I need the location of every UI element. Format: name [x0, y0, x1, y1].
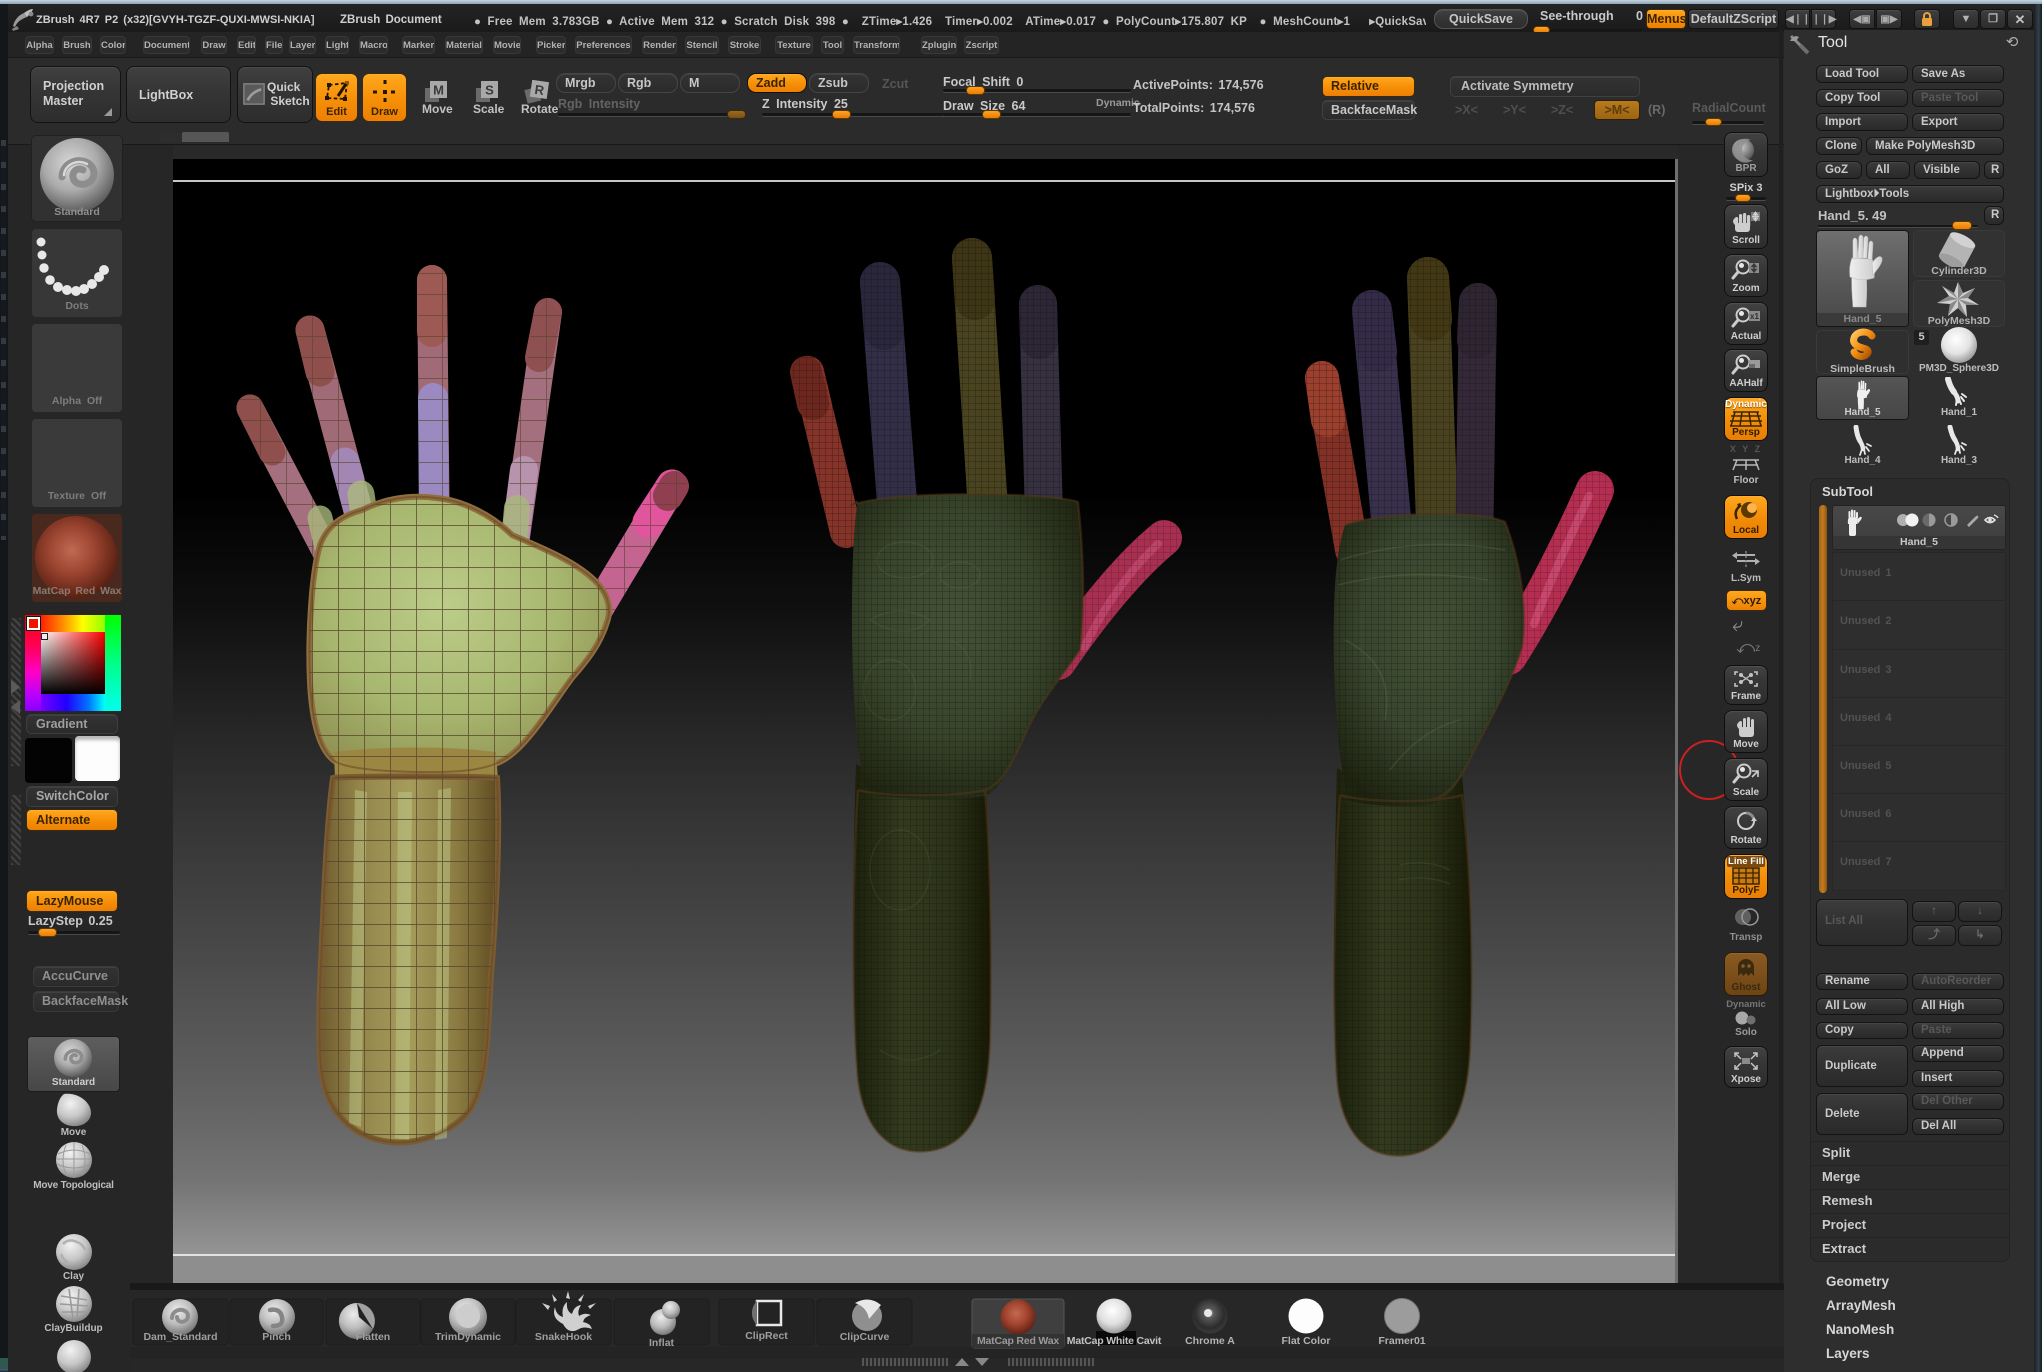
svg-text:M: M	[433, 83, 444, 98]
svg-text:x1: x1	[1750, 312, 1759, 321]
svg-text:S: S	[485, 83, 494, 98]
